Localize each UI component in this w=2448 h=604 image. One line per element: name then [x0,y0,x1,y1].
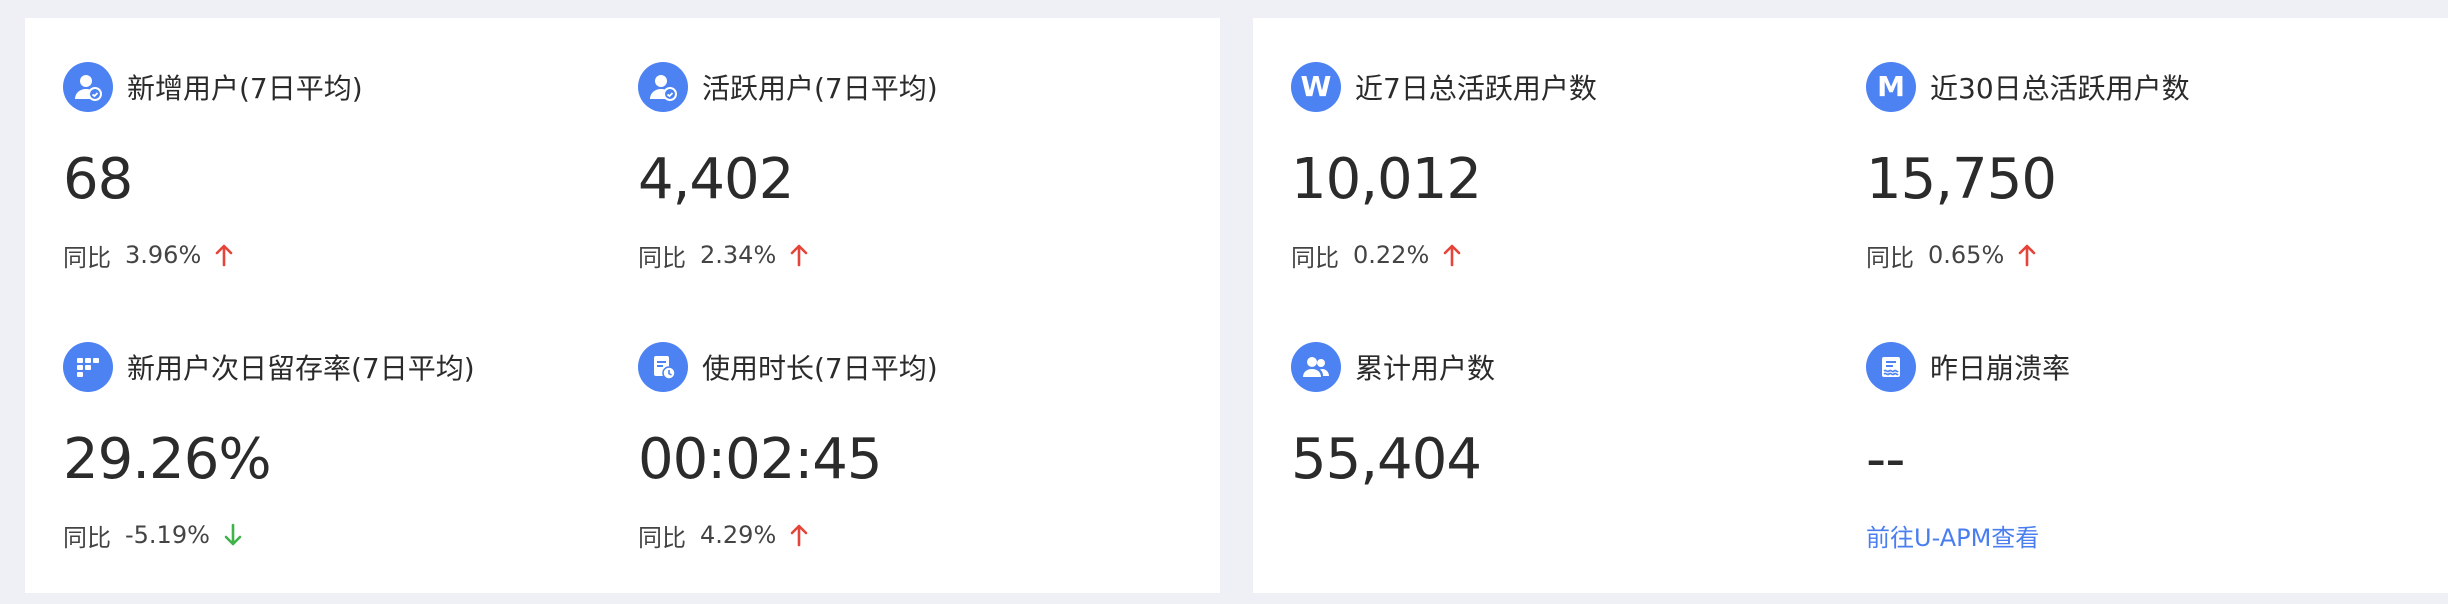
card-title: 昨日崩溃率 [1930,352,2071,385]
compare-row: 同比 4.29% [638,518,808,552]
card-title: 近7日总活跃用户数 [1355,72,1597,105]
users-icon [1291,342,1341,392]
card-title: 累计用户数 [1355,352,1496,385]
crash-report-icon [1866,342,1916,392]
arrow-up-icon [790,523,808,547]
card-header: 累计用户数 [1291,342,1495,392]
w-letter-icon: W [1291,62,1341,112]
compare-label: 同比 [1866,243,1914,272]
compare-row: 同比 0.65% [1866,238,2036,272]
card-title: 新增用户(7日平均) [127,72,363,105]
metric-value: 55,404 [1291,427,1482,492]
arrow-up-icon [1443,243,1461,267]
compare-value: -5.19% [125,521,210,549]
compare-label: 同比 [638,523,686,552]
compare-row: 同比 3.96% [63,238,233,272]
metric-card-30day-active: M 近30日总活跃用户数 15,750 同比 0.65% [1828,18,2388,272]
card-header: 新增用户(7日平均) [63,62,363,112]
arrow-up-icon [215,243,233,267]
metric-card-usage-duration: 使用时长(7日平均) 00:02:45 同比 4.29% [600,298,1160,552]
compare-label: 同比 [638,243,686,272]
metric-card-total-users: 累计用户数 55,404 [1253,298,1813,538]
time-report-icon [638,342,688,392]
compare-label: 同比 [63,243,111,272]
card-title: 使用时长(7日平均) [702,352,938,385]
metric-value: 10,012 [1291,147,1482,212]
metric-value: 29.26% [63,427,272,492]
icon-letter: M [1877,70,1905,103]
card-header: M 近30日总活跃用户数 [1866,62,2190,112]
arrow-up-icon [2018,243,2036,267]
card-header: 活跃用户(7日平均) [638,62,938,112]
card-header: 使用时长(7日平均) [638,342,938,392]
compare-row: 同比 2.34% [638,238,808,272]
compare-value: 3.96% [125,241,202,269]
metrics-panel-right: W 近7日总活跃用户数 10,012 同比 0.22% M 近30日总活跃用户数… [1253,18,2448,593]
user-active-icon [638,62,688,112]
compare-value: 0.22% [1353,241,1430,269]
metric-value: 00:02:45 [638,427,883,492]
compare-label: 同比 [1291,243,1339,272]
metric-value: 15,750 [1866,147,2057,212]
metric-value: -- [1866,427,1905,492]
card-header: 昨日崩溃率 [1866,342,2070,392]
metric-card-crash-rate: 昨日崩溃率 -- 前往U-APM查看 [1828,298,2388,552]
icon-letter: W [1300,70,1332,103]
go-to-uapm-link[interactable]: 前往U-APM查看 [1866,518,2039,552]
metrics-panel-left: 新增用户(7日平均) 68 同比 3.96% 活跃用户(7日平均) 4,402 [25,18,1220,593]
compare-value: 0.65% [1928,241,2005,269]
arrow-down-icon [224,523,242,547]
compare-value: 4.29% [700,521,777,549]
m-letter-icon: M [1866,62,1916,112]
compare-row: 同比 0.22% [1291,238,1461,272]
metric-card-7day-active: W 近7日总活跃用户数 10,012 同比 0.22% [1253,18,1813,272]
grid-icon [63,342,113,392]
card-header: W 近7日总活跃用户数 [1291,62,1597,112]
arrow-up-icon [790,243,808,267]
metric-card-retention-rate: 新用户次日留存率(7日平均) 29.26% 同比 -5.19% [25,298,585,552]
card-title: 活跃用户(7日平均) [702,72,938,105]
metric-value: 4,402 [638,147,794,212]
card-title: 新用户次日留存率(7日平均) [127,352,475,385]
compare-value: 2.34% [700,241,777,269]
metric-value: 68 [63,147,133,212]
compare-label: 同比 [63,523,111,552]
card-title: 近30日总活跃用户数 [1930,72,2190,105]
card-header: 新用户次日留存率(7日平均) [63,342,475,392]
compare-row: 同比 -5.19% [63,518,242,552]
metric-card-new-users: 新增用户(7日平均) 68 同比 3.96% [25,18,585,272]
metric-card-active-users: 活跃用户(7日平均) 4,402 同比 2.34% [600,18,1160,272]
user-add-icon [63,62,113,112]
